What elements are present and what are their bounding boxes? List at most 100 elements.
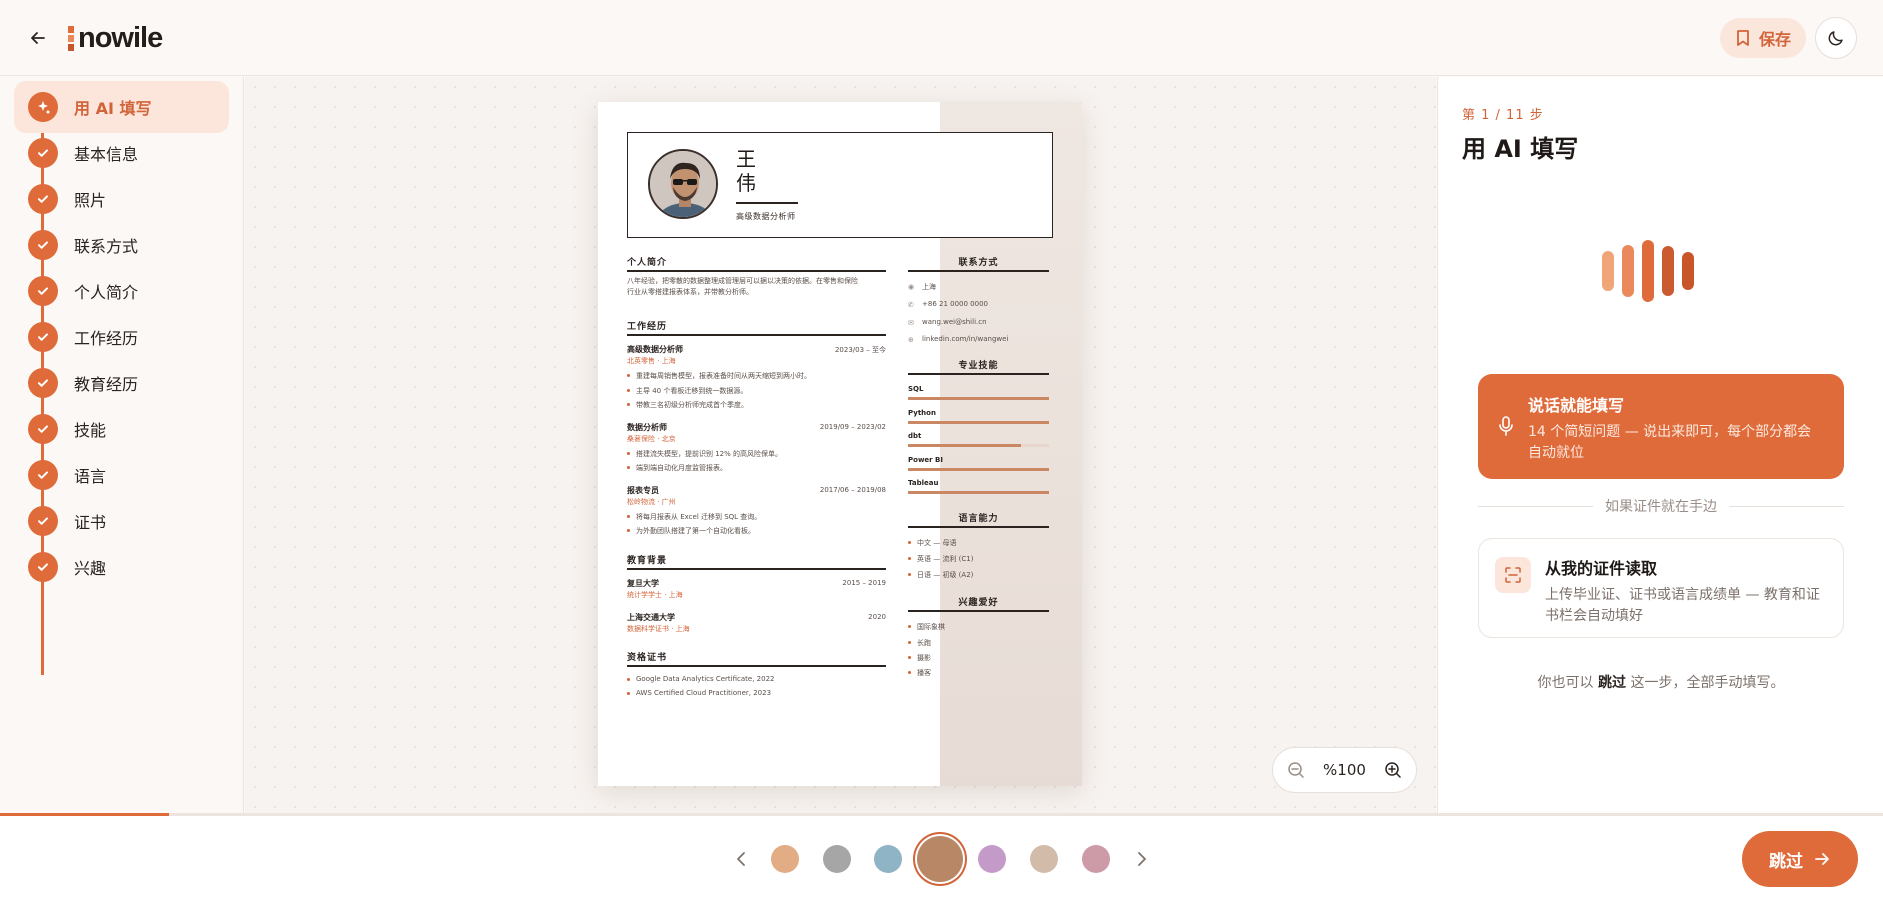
chevron-left-icon[interactable] [732, 849, 750, 869]
hobby-item: 播客 [908, 668, 931, 678]
color-swatch[interactable] [1030, 845, 1058, 873]
job-org: 松岭物流 · 广州 [627, 498, 676, 506]
job-bullet: 将每月报表从 Excel 迁移到 SQL 查询。 [627, 512, 761, 522]
color-swatch[interactable] [978, 845, 1006, 873]
name-underline [736, 202, 798, 204]
skill-level-bar [908, 444, 1049, 447]
check-icon [28, 414, 58, 444]
color-swatch[interactable] [771, 845, 799, 873]
cert-item: AWS Certified Cloud Practitioner, 2023 [627, 689, 771, 697]
sidebar-step[interactable]: 照片 [14, 173, 229, 225]
resume-preview[interactable]: 王 伟 高级数据分析师 个人简介 八年经验，把零散的数据整理成管理层可以据以决策… [598, 102, 1082, 786]
color-swatch[interactable] [1082, 845, 1110, 873]
languages-heading: 语言能力 [958, 514, 999, 524]
bottom-bar: 跳过 [0, 816, 1883, 903]
language-item: 日语 — 初级 (A2) [908, 570, 973, 580]
contact-heading: 联系方式 [958, 258, 999, 268]
name-first: 王 [736, 147, 756, 171]
skill-name: Power BI [908, 455, 943, 464]
read-documents-button[interactable]: 从我的证件读取 上传毕业证、证书或语言成绩单 — 教育和证书栏会自动填好 [1478, 538, 1844, 638]
sidebar-step[interactable]: 证书 [14, 495, 229, 547]
resume-name: 王 伟 [736, 147, 756, 195]
sidebar-step[interactable]: 个人简介 [14, 265, 229, 317]
logo[interactable]: nowile [68, 22, 163, 55]
resume-canvas: 王 伟 高级数据分析师 个人简介 八年经验，把零散的数据整理成管理层可以据以决策… [245, 77, 1436, 813]
section-rule [908, 610, 1049, 612]
dark-mode-toggle[interactable] [1815, 17, 1857, 59]
check-icon [28, 322, 58, 352]
work-heading: 工作经历 [627, 322, 668, 332]
summary-text-2: 行业从零搭建报表体系，并带教分析师。 [627, 288, 753, 296]
school-name: 上海交通大学 [627, 613, 675, 622]
skill-name: Python [908, 408, 936, 417]
contact-text: wang.wei@shili.cn [922, 318, 987, 326]
job-org: 桑葚保险 · 北京 [627, 435, 676, 443]
contact-location: ◉ 上海 [908, 282, 936, 292]
skill-name: dbt [908, 432, 922, 440]
cert-heading: 资格证书 [627, 653, 668, 663]
check-icon [28, 230, 58, 260]
school-degree: 统计学学士 · 上海 [627, 591, 683, 599]
skip-button[interactable]: 跳过 [1742, 831, 1858, 887]
section-rule [627, 665, 886, 667]
voice-waveform-icon [1602, 239, 1694, 303]
sidebar-step-label: 用 AI 填写 [74, 99, 152, 118]
ai-sparkle-icon [28, 92, 58, 122]
school-date: 2015 – 2019 [842, 579, 886, 587]
contact-phone: ✆ +86 21 0000 0000 [908, 300, 988, 309]
sidebar-step[interactable]: 工作经历 [14, 311, 229, 363]
scan-icon [1495, 557, 1531, 593]
language-item: 英语 — 流利 (C1) [908, 554, 973, 564]
zoom-out-icon[interactable] [1287, 761, 1305, 779]
contact-text: +86 21 0000 0000 [922, 300, 988, 308]
color-swatch[interactable] [823, 845, 851, 873]
color-swatch[interactable] [917, 836, 963, 882]
sidebar-step[interactable]: 语言 [14, 449, 229, 501]
panel-title: 用 AI 填写 [1462, 135, 1579, 163]
phone-icon: ✆ [908, 301, 914, 309]
sidebar-step[interactable]: 基本信息 [14, 127, 229, 179]
cert-item: Google Data Analytics Certificate, 2022 [627, 675, 775, 683]
sidebar-step-label: 照片 [74, 191, 107, 210]
education-heading: 教育背景 [627, 556, 668, 566]
voice-fill-title: 说话就能填写 [1528, 396, 1625, 415]
chevron-right-icon[interactable] [1133, 849, 1151, 869]
sidebar-step-label: 技能 [74, 421, 107, 440]
sidebar-step-label: 教育经历 [74, 375, 139, 394]
color-swatch[interactable] [874, 845, 902, 873]
sidebar-step[interactable]: 技能 [14, 403, 229, 455]
skip-link[interactable]: 跳过 [1598, 675, 1626, 691]
save-button[interactable]: 保存 [1720, 18, 1806, 58]
job-bullet: 主导 40 个看板迁移到统一数据源。 [627, 386, 747, 396]
contact-link: ⊕ linkedin.com/in/wangwei [908, 335, 1008, 344]
arrow-left-icon [31, 32, 45, 44]
sidebar-step-label: 语言 [74, 467, 107, 486]
skill-level-bar [908, 420, 1049, 424]
zoom-control: %100 [1272, 747, 1417, 793]
sidebar-step-label: 工作经历 [74, 329, 139, 348]
logo-text: nowile [78, 22, 163, 54]
sidebar-step-label: 兴趣 [74, 559, 107, 578]
back-button[interactable] [24, 24, 52, 52]
assistant-panel: 第 1 / 11 步 用 AI 填写 说话就能填写 14 个简短问题 — 说出来… [1437, 77, 1883, 813]
hobby-item: 长跑 [908, 638, 931, 648]
section-rule [908, 373, 1049, 375]
sidebar-step-label: 基本信息 [74, 145, 139, 164]
job-date: 2019/09 – 2023/02 [819, 423, 886, 431]
job-bullet: 搭建流失模型，提前识别 12% 的高风险保单。 [627, 449, 782, 459]
job-date: 2017/06 – 2019/08 [819, 486, 886, 494]
zoom-in-icon[interactable] [1384, 761, 1402, 779]
avatar-image [650, 151, 716, 217]
check-icon [28, 460, 58, 490]
profile-photo [648, 149, 718, 219]
job-title: 高级数据分析师 [627, 345, 683, 354]
sidebar-step[interactable]: 教育经历 [14, 357, 229, 409]
check-icon [28, 276, 58, 306]
sidebar-step[interactable]: 联系方式 [14, 219, 229, 271]
language-item: 中文 — 母语 [908, 538, 956, 548]
job-org: 北英零售 · 上海 [627, 357, 676, 365]
skills-heading: 专业技能 [958, 361, 999, 371]
sidebar-step[interactable]: 兴趣 [14, 541, 229, 593]
sidebar-step[interactable]: 用 AI 填写 [14, 81, 229, 133]
voice-fill-button[interactable]: 说话就能填写 14 个简短问题 — 说出来即可，每个部分都会自动就位 [1478, 374, 1844, 479]
